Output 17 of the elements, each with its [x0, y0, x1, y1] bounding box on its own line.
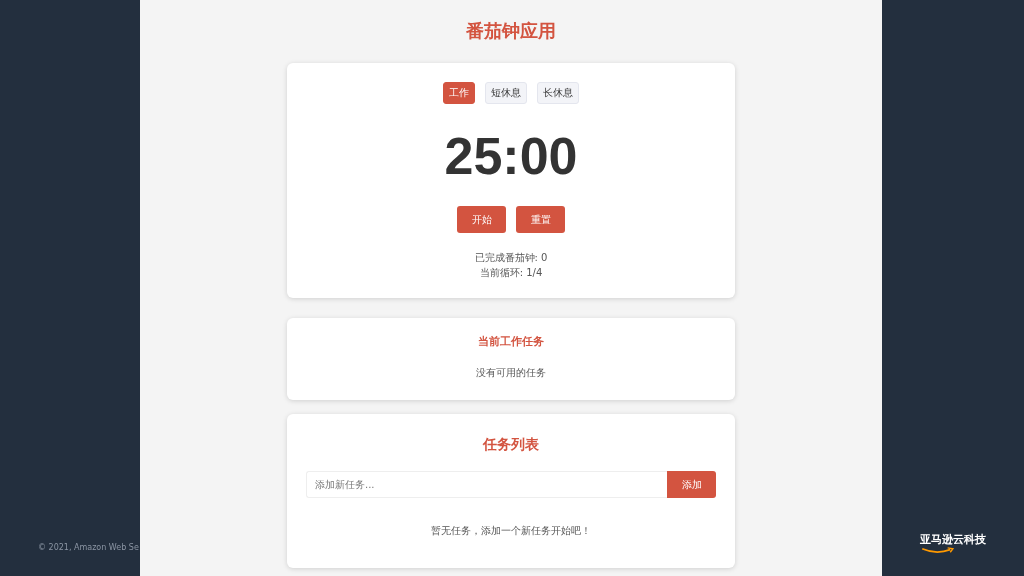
add-button[interactable]: 添加 — [667, 471, 716, 498]
mode-tab[interactable]: 短休息 — [485, 82, 527, 104]
timer-display: 25:00 — [444, 126, 578, 186]
empty-message: 暂无任务，添加一个新任务开始吧！ — [431, 524, 591, 538]
app-title: 番茄钟应用 — [466, 19, 556, 43]
start-button[interactable]: 开始 — [457, 206, 506, 233]
stat-text: 当前循环: 1/4 — [478, 266, 544, 280]
section-heading: 任务列表 — [483, 436, 539, 454]
reset-button[interactable]: 重置 — [516, 206, 565, 233]
company-logo: 亚马逊云科技 — [920, 532, 986, 554]
section-heading: 当前工作任务 — [478, 334, 544, 349]
empty-message: 没有可用的任务 — [476, 366, 546, 380]
copyright-text: © 2021, Amazon Web Se — [38, 543, 140, 552]
task-input-field[interactable]: 添加新任务... — [306, 471, 667, 498]
stat-text: 已完成番茄钟: 0 — [474, 251, 548, 265]
mode-tab[interactable]: 工作 — [443, 82, 475, 104]
mode-tab[interactable]: 长休息 — [537, 82, 579, 104]
